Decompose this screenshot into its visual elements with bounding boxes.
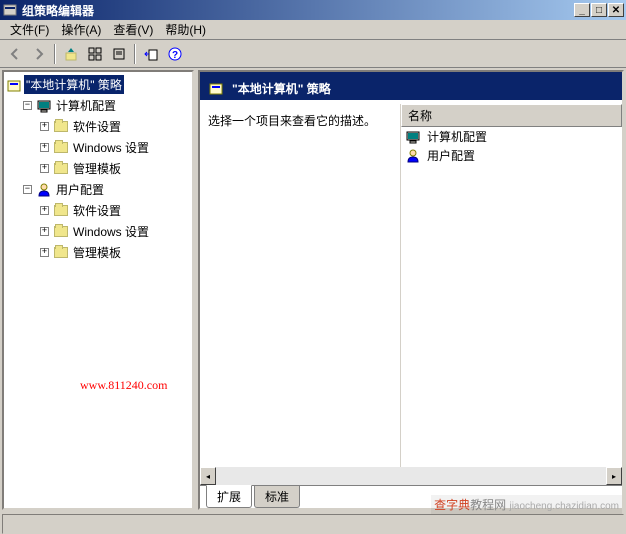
list-header-name[interactable]: 名称 bbox=[401, 104, 622, 127]
list-item[interactable]: 用户配置 bbox=[401, 146, 622, 165]
user-icon bbox=[36, 182, 52, 198]
window-title: 组策略编辑器 bbox=[22, 2, 574, 19]
tab-standard[interactable]: 标准 bbox=[254, 486, 300, 508]
content-pane: "本地计算机" 策略 选择一个项目来查看它的描述。 名称 计算机配置 用 bbox=[198, 70, 624, 510]
tree-label: 软件设置 bbox=[71, 201, 123, 220]
tree-software[interactable]: + 软件设置 bbox=[6, 200, 190, 221]
folder-icon bbox=[53, 119, 69, 135]
horizontal-scrollbar[interactable]: ◂ ▸ bbox=[200, 467, 622, 485]
content-body: 选择一个项目来查看它的描述。 名称 计算机配置 用户配置 bbox=[200, 104, 622, 467]
wm-text: 查字典 bbox=[434, 498, 470, 512]
content-list: 名称 计算机配置 用户配置 bbox=[400, 104, 622, 467]
tree-pane: "本地计算机" 策略 − 计算机配置 + 软件设置 + Windows 设置 + bbox=[2, 70, 194, 510]
minimize-button[interactable]: _ bbox=[574, 3, 590, 17]
wm-domain: jiaocheng.chazidian.com bbox=[509, 501, 619, 512]
tree-label: Windows 设置 bbox=[71, 222, 151, 241]
policy-icon bbox=[208, 80, 224, 96]
tree-admin[interactable]: + 管理模板 bbox=[6, 158, 190, 179]
up-button[interactable] bbox=[60, 43, 82, 65]
tree-user-config[interactable]: − 用户配置 bbox=[6, 179, 190, 200]
user-icon bbox=[405, 148, 421, 164]
tree-software[interactable]: + 软件设置 bbox=[6, 116, 190, 137]
expand-icon[interactable]: + bbox=[40, 206, 49, 215]
toolbar: ? bbox=[0, 40, 626, 68]
watermark-url: www.811240.com bbox=[80, 378, 167, 393]
menubar: 文件(F) 操作(A) 查看(V) 帮助(H) bbox=[0, 20, 626, 40]
list-item[interactable]: 计算机配置 bbox=[401, 127, 622, 146]
forward-button[interactable] bbox=[28, 43, 50, 65]
tab-extended[interactable]: 扩展 bbox=[206, 485, 252, 508]
expand-icon[interactable]: + bbox=[40, 227, 49, 236]
list-label: 用户配置 bbox=[427, 147, 475, 164]
folder-icon bbox=[53, 140, 69, 156]
content-description: 选择一个项目来查看它的描述。 bbox=[200, 104, 400, 467]
tree-computer-config[interactable]: − 计算机配置 bbox=[6, 95, 190, 116]
folder-icon bbox=[53, 224, 69, 240]
export-button[interactable] bbox=[140, 43, 162, 65]
tree-label: 管理模板 bbox=[71, 243, 123, 262]
tree-admin[interactable]: + 管理模板 bbox=[6, 242, 190, 263]
expand-icon[interactable]: + bbox=[40, 248, 49, 257]
tree-label: 软件设置 bbox=[71, 117, 123, 136]
tree-label: 计算机配置 bbox=[54, 96, 118, 115]
svg-text:?: ? bbox=[172, 50, 178, 61]
collapse-icon[interactable]: − bbox=[23, 185, 32, 194]
close-button[interactable]: ✕ bbox=[608, 3, 624, 17]
expand-icon[interactable]: + bbox=[40, 164, 49, 173]
help-button[interactable]: ? bbox=[164, 43, 186, 65]
app-icon bbox=[2, 2, 18, 18]
tree-windows[interactable]: + Windows 设置 bbox=[6, 137, 190, 158]
main-area: "本地计算机" 策略 − 计算机配置 + 软件设置 + Windows 设置 + bbox=[0, 68, 626, 512]
content-title: "本地计算机" 策略 bbox=[232, 80, 331, 97]
menu-action[interactable]: 操作(A) bbox=[55, 19, 107, 40]
back-button[interactable] bbox=[4, 43, 26, 65]
scroll-right-button[interactable]: ▸ bbox=[606, 467, 622, 485]
refresh-button[interactable] bbox=[108, 43, 130, 65]
tree-root-label: "本地计算机" 策略 bbox=[24, 75, 124, 94]
expand-icon[interactable]: + bbox=[40, 122, 49, 131]
titlebar: 组策略编辑器 _ □ ✕ bbox=[0, 0, 626, 20]
menu-file[interactable]: 文件(F) bbox=[4, 19, 55, 40]
expand-icon[interactable]: + bbox=[40, 143, 49, 152]
computer-icon bbox=[405, 129, 421, 145]
statusbar bbox=[2, 514, 624, 534]
folder-icon bbox=[53, 203, 69, 219]
content-header: "本地计算机" 策略 bbox=[200, 72, 622, 104]
watermark-site: 查字典教程网 jiaocheng.chazidian.com bbox=[431, 495, 622, 514]
tree-windows[interactable]: + Windows 设置 bbox=[6, 221, 190, 242]
menu-help[interactable]: 帮助(H) bbox=[159, 19, 212, 40]
computer-icon bbox=[36, 98, 52, 114]
tree-label: 用户配置 bbox=[54, 180, 106, 199]
tree-label: 管理模板 bbox=[71, 159, 123, 178]
collapse-icon[interactable]: − bbox=[23, 101, 32, 110]
tree-label: Windows 设置 bbox=[71, 138, 151, 157]
list-label: 计算机配置 bbox=[427, 128, 487, 145]
desc-text: 选择一个项目来查看它的描述。 bbox=[208, 114, 376, 128]
folder-icon bbox=[53, 245, 69, 261]
folder-icon bbox=[53, 161, 69, 177]
maximize-button[interactable]: □ bbox=[591, 3, 607, 17]
tree-root[interactable]: "本地计算机" 策略 bbox=[6, 74, 190, 95]
toolbar-separator bbox=[134, 44, 136, 64]
wm-text: 教程网 bbox=[470, 498, 506, 512]
policy-icon bbox=[6, 77, 22, 93]
scroll-left-button[interactable]: ◂ bbox=[200, 467, 216, 485]
toolbar-separator bbox=[54, 44, 56, 64]
menu-view[interactable]: 查看(V) bbox=[107, 19, 159, 40]
properties-button[interactable] bbox=[84, 43, 106, 65]
